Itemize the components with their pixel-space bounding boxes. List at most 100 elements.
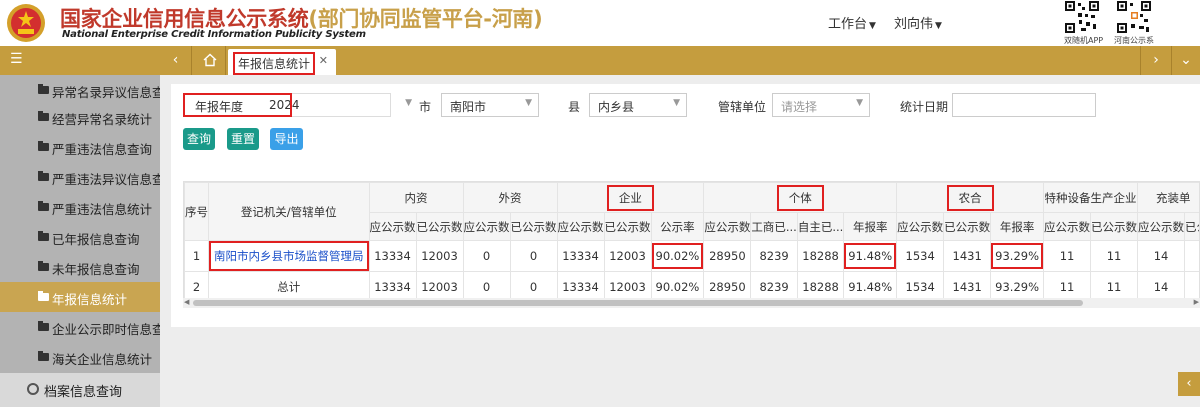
user-menu[interactable]: 刘向伟 ▼	[894, 13, 942, 32]
table-cell: 1431	[943, 271, 992, 302]
table-cell: 13334	[368, 240, 417, 272]
tab-annual-report-stats[interactable]: 年报信息统计 ✕	[228, 49, 336, 75]
chevron-right-icon[interactable]: ›	[1140, 46, 1172, 75]
sidebar-item-label: 档案信息查询	[44, 385, 123, 400]
sidebar-item-label: 年报信息统计	[52, 292, 128, 307]
cell-unit: 南阳市内乡县市场监督管理局	[208, 240, 370, 272]
sub-annual-rate: 年报率	[990, 212, 1045, 241]
sub-done: 已公示数	[415, 212, 464, 241]
cell-seq: 1	[184, 240, 209, 272]
sidebar-item-annual-report-stats[interactable]: 年报信息统计	[0, 282, 160, 312]
sidebar-item-label: 海关企业信息统计	[52, 352, 153, 367]
highlight-rate: 90.02%	[651, 243, 703, 269]
chevron-down-icon: ▼	[856, 98, 863, 108]
table-cell: 12003	[415, 240, 464, 272]
table-cell: 91.48%	[843, 271, 898, 302]
sub-annual-rate: 年报率	[843, 212, 898, 241]
folder-icon	[38, 141, 49, 151]
search-icon	[27, 383, 39, 395]
sidebar-item-abnormal-objection[interactable]: 异常名录异议信息查	[0, 75, 160, 105]
year-select[interactable]: 年报年度 2024 ▼	[183, 93, 412, 117]
table-cell: 0	[462, 240, 511, 272]
sub-done: 已公示数	[1184, 212, 1199, 241]
year-value: 2024	[269, 98, 300, 112]
folder-icon	[38, 351, 49, 361]
sidebar-item-customs-stats[interactable]: 海关企业信息统计	[0, 342, 160, 372]
sub-done: 已公示数	[943, 212, 992, 241]
table-cell: 18288	[796, 240, 845, 272]
sub-self-done: 自主已...	[796, 212, 845, 241]
table-cell: 18288	[796, 271, 845, 302]
year-label: 年报年度	[195, 100, 244, 114]
col-individual: 个体	[703, 182, 898, 213]
highlight-rate: 91.48%	[844, 243, 896, 269]
table-cell: 28950	[703, 240, 752, 272]
horizontal-scrollbar[interactable]: ◀ ▶	[183, 298, 1200, 308]
chevron-left-icon[interactable]: ‹	[1178, 372, 1200, 396]
scroll-right-icon[interactable]: ▶	[1194, 298, 1199, 306]
county-select[interactable]: 内乡县 ▼	[589, 93, 687, 117]
date-input[interactable]	[952, 93, 1096, 117]
unit-text: 总计	[277, 279, 301, 294]
export-button[interactable]: 导出	[270, 128, 303, 150]
folder-icon	[38, 231, 49, 241]
sidebar-item-archive-query[interactable]: 档案信息查询	[0, 373, 160, 407]
chevron-down-icon[interactable]: ⌄	[1170, 46, 1200, 75]
sidebar-item-abnormal-stats[interactable]: 经营异常名录统计	[0, 102, 160, 132]
table-cell: 93.29%	[990, 240, 1045, 272]
sidebar-item-label: 严重违法信息查询	[52, 142, 153, 157]
chevron-left-icon[interactable]: ‹	[160, 46, 192, 75]
table-cell: 28950	[703, 271, 752, 302]
table-cell: 93.29%	[990, 271, 1045, 302]
table-cell: 11	[1090, 271, 1139, 302]
unit-link[interactable]: 南阳市内乡县市场监督管理局	[209, 241, 369, 271]
stats-table: 序号 登记机关/管辖单位 内资 外资 企业 个体 农合 特种设备生产企业 充装单…	[183, 181, 1200, 306]
table-cell: 8239	[750, 271, 798, 302]
sidebar-item-label: 严重违法异议信息查	[52, 172, 160, 187]
table-cell	[1184, 240, 1199, 272]
sub-should: 应公示数	[703, 212, 752, 241]
home-icon[interactable]	[194, 46, 226, 75]
highlight-rate: 93.29%	[991, 243, 1043, 269]
scrollbar-thumb[interactable]	[193, 300, 1083, 306]
workbench-menu[interactable]: 工作台 ▼	[828, 13, 876, 32]
city-select[interactable]: 南阳市 ▼	[441, 93, 539, 117]
chevron-down-icon: ▼	[935, 21, 942, 31]
individual-label: 个体	[776, 184, 824, 211]
close-icon[interactable]: ✕	[319, 54, 328, 67]
sidebar: 异常名录异议信息查 经营异常名录统计 严重违法信息查询 严重违法异议信息查 严重…	[0, 75, 160, 407]
table-cell: 12003	[603, 271, 652, 302]
sub-done: 已公示数	[509, 212, 558, 241]
sidebar-item-unreported-query[interactable]: 未年报信息查询	[0, 252, 160, 282]
table-cell: 1534	[896, 240, 945, 272]
date-label: 统计日期	[900, 100, 949, 114]
folder-icon	[38, 261, 49, 271]
sub-should: 应公示数	[896, 212, 945, 241]
hamburger-menu-icon[interactable]: ☰	[0, 46, 160, 75]
sidebar-item-label: 异常名录异议信息查	[52, 85, 160, 100]
qr-code-icon	[1116, 0, 1152, 34]
table-cell: 90.02%	[650, 271, 705, 302]
table-cell: 13334	[556, 240, 605, 272]
sidebar-item-serious-violation-stats[interactable]: 严重违法信息统计	[0, 192, 160, 222]
sidebar-item-instant-info-query[interactable]: 企业公示即时信息查	[0, 312, 160, 342]
reset-button[interactable]: 重置	[227, 128, 259, 150]
sidebar-item-label: 经营异常名录统计	[52, 112, 153, 127]
city-value: 南阳市	[450, 100, 487, 114]
enterprise-label: 企业	[606, 184, 654, 211]
national-emblem-icon	[7, 4, 45, 42]
scroll-left-icon[interactable]: ◀	[184, 298, 189, 306]
col-enterprise: 企业	[556, 182, 705, 213]
table-cell: 8239	[750, 240, 798, 272]
col-special-equipment: 特种设备生产企业	[1043, 182, 1139, 213]
folder-icon	[38, 111, 49, 121]
query-button[interactable]: 查询	[183, 128, 215, 150]
sidebar-item-reported-query[interactable]: 已年报信息查询	[0, 222, 160, 252]
system-subtitle: (部门协同监管平台-河南)	[308, 7, 543, 31]
sub-should: 应公示数	[368, 212, 417, 241]
sidebar-item-serious-violation-query[interactable]: 严重违法信息查询	[0, 132, 160, 162]
sidebar-item-serious-violation-objection[interactable]: 严重违法异议信息查	[0, 162, 160, 192]
table-cell: 91.48%	[843, 240, 898, 272]
unit-select[interactable]: 请选择 ▼	[772, 93, 870, 117]
qr-henan-label: 河南公示系	[1114, 36, 1154, 45]
